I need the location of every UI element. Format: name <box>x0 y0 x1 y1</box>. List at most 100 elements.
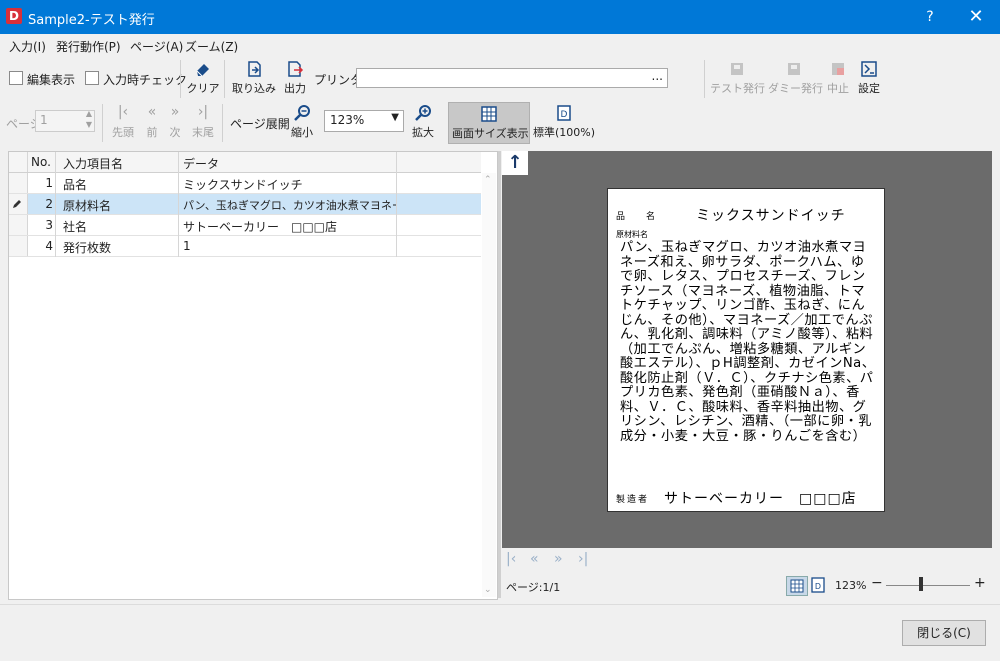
zoom-in-icon <box>415 105 431 121</box>
import-label: 取り込み <box>232 82 276 95</box>
standard-zoom-button[interactable]: D 標準(100%) <box>532 104 596 140</box>
row-header[interactable] <box>9 215 28 235</box>
stop-button[interactable]: 中止 <box>824 60 852 96</box>
table-row-selected[interactable]: 2 原材料名 パン、玉ねぎマグロ、カツオ油水煮マヨネーズ和 <box>9 194 481 215</box>
table-row[interactable]: 1 品名 ミックスサンドイッチ <box>9 173 481 194</box>
row-header[interactable] <box>9 236 28 256</box>
page-indicator: ページ:1/1 <box>506 581 561 594</box>
spinner-down-icon[interactable]: ▼ <box>86 120 92 129</box>
menu-page[interactable]: ページ(A) <box>130 38 183 55</box>
printer-field[interactable]: ... <box>356 68 668 88</box>
grid-vertical-scrollbar[interactable]: ⌃ ⌄ <box>482 173 496 597</box>
printer-icon <box>788 63 800 75</box>
zoom-out-button[interactable]: 縮小 <box>288 104 316 140</box>
cell-data[interactable]: 1 <box>183 239 397 253</box>
edit-view-checkbox[interactable] <box>9 71 23 85</box>
first-page-icon: |‹ <box>117 104 129 120</box>
cell-data[interactable]: サトーベーカリー □□□店 <box>183 218 397 235</box>
next-page-icon: » <box>170 104 180 120</box>
page-number-input[interactable]: 1 ▲ ▼ <box>35 109 95 132</box>
next-page-icon[interactable]: » <box>554 551 563 567</box>
settings-button[interactable]: 設定 <box>855 60 883 96</box>
status-bar: ページ:1/1 D 123% − + <box>502 574 992 598</box>
close-button[interactable]: 閉じる(C) <box>902 620 986 646</box>
grid-icon <box>790 579 804 593</box>
test-issue-button[interactable]: テスト発行 <box>710 60 765 96</box>
spinner-up-icon[interactable]: ▲ <box>86 109 92 118</box>
toolbar-divider <box>704 60 705 98</box>
cell-no: 2 <box>45 197 53 211</box>
label-preview: 品 名 ミックスサンドイッチ 原材料名 パン、玉ねぎマグロ、カツオ油水煮マヨネー… <box>607 188 885 512</box>
row-header[interactable] <box>9 194 28 214</box>
zoom-slider-track[interactable] <box>886 585 970 586</box>
zoom-select[interactable]: 123% ▼ <box>324 110 404 132</box>
printer-icon <box>731 63 743 75</box>
cell-data[interactable]: ミックスサンドイッチ <box>183 176 397 193</box>
prev-page-button[interactable]: « 前 <box>140 104 164 140</box>
pencil-icon <box>13 200 21 208</box>
column-header-item-name[interactable]: 入力項目名 <box>63 155 123 172</box>
menu-issue-action[interactable]: 発行動作(P) <box>56 38 121 55</box>
input-grid: No. 入力項目名 データ 1 品名 ミックスサンドイッチ 2 原材料名 パン、… <box>8 151 498 600</box>
toolbar-divider <box>222 104 223 142</box>
clear-button[interactable]: クリア <box>186 60 220 96</box>
prev-page-icon[interactable]: « <box>530 551 539 567</box>
last-page-icon: ›| <box>197 104 209 120</box>
cell-data[interactable]: パン、玉ねぎマグロ、カツオ油水煮マヨネーズ和 <box>183 197 397 213</box>
menu-input[interactable]: 入力(I) <box>9 38 46 55</box>
scroll-up-icon[interactable]: ⌃ <box>484 175 492 185</box>
first-page-icon[interactable]: |‹ <box>506 551 516 567</box>
dummy-issue-button[interactable]: ダミー発行 <box>768 60 823 96</box>
table-row[interactable]: 3 社名 サトーベーカリー □□□店 <box>9 215 481 236</box>
preview-materials-label: 原材料名 <box>616 230 648 239</box>
svg-text:D: D <box>815 582 821 591</box>
input-check-checkbox[interactable] <box>85 71 99 85</box>
table-row[interactable]: 4 発行枚数 1 <box>9 236 481 257</box>
toolbar-divider <box>224 60 225 98</box>
fit-screen-toggle[interactable] <box>786 576 808 596</box>
help-button[interactable]: ? <box>916 6 944 28</box>
settings-icon <box>861 61 877 77</box>
prev-page-label: 前 <box>146 126 158 139</box>
zoom-minus-button[interactable]: − <box>871 575 883 591</box>
cell-no: 4 <box>45 239 53 253</box>
pane-splitter[interactable] <box>498 151 501 598</box>
column-header-no[interactable]: No. <box>31 155 51 169</box>
arrow-up-icon[interactable]: ↑ <box>502 151 528 175</box>
import-button[interactable]: 取り込み <box>230 60 278 96</box>
next-page-button[interactable]: » 次 <box>163 104 187 140</box>
toolbar-divider <box>102 104 103 142</box>
menu-zoom[interactable]: ズーム(Z) <box>185 38 238 55</box>
cell-no: 3 <box>45 218 53 232</box>
cell-item-name: 品名 <box>63 178 88 192</box>
column-header-data[interactable]: データ <box>183 155 219 172</box>
menu-bar: 入力(I) 発行動作(P) ページ(A) ズーム(Z) <box>0 34 1000 56</box>
grid-icon <box>481 106 497 122</box>
dummy-issue-label: ダミー発行 <box>768 82 823 95</box>
export-icon <box>288 61 304 77</box>
output-button[interactable]: 出力 <box>280 60 310 96</box>
clear-label: クリア <box>186 82 220 95</box>
fit-screen-button[interactable]: 画面サイズ表示 <box>448 102 530 144</box>
first-page-label: 先頭 <box>112 126 134 139</box>
zoom-in-button[interactable]: 拡大 <box>408 104 438 140</box>
preview-name-label: 品 名 <box>616 212 662 222</box>
zoom-slider-thumb[interactable] <box>919 577 924 591</box>
printer-browse-button[interactable]: ... <box>652 69 663 83</box>
preview-maker-value: サトーベーカリー □□□店 <box>664 491 857 507</box>
fit-screen-label: 画面サイズ表示 <box>452 127 529 140</box>
last-page-icon[interactable]: ›| <box>578 551 588 567</box>
page-spread-button[interactable]: ページ展開 <box>230 115 290 132</box>
first-page-button[interactable]: |‹ 先頭 <box>108 104 138 140</box>
eraser-icon <box>196 64 209 77</box>
window-title: Sample2-テスト発行 <box>28 13 155 28</box>
scroll-down-icon[interactable]: ⌄ <box>484 585 492 595</box>
row-header[interactable] <box>9 173 28 193</box>
stop-printer-icon <box>832 63 844 75</box>
zoom-level-text: 123% <box>835 579 867 592</box>
last-page-button[interactable]: ›| 末尾 <box>188 104 218 140</box>
close-window-button[interactable]: ✕ <box>960 4 992 30</box>
toolbar-divider <box>180 60 181 98</box>
zoom-plus-button[interactable]: + <box>974 575 986 591</box>
standard-zoom-toggle[interactable]: D <box>810 577 826 593</box>
